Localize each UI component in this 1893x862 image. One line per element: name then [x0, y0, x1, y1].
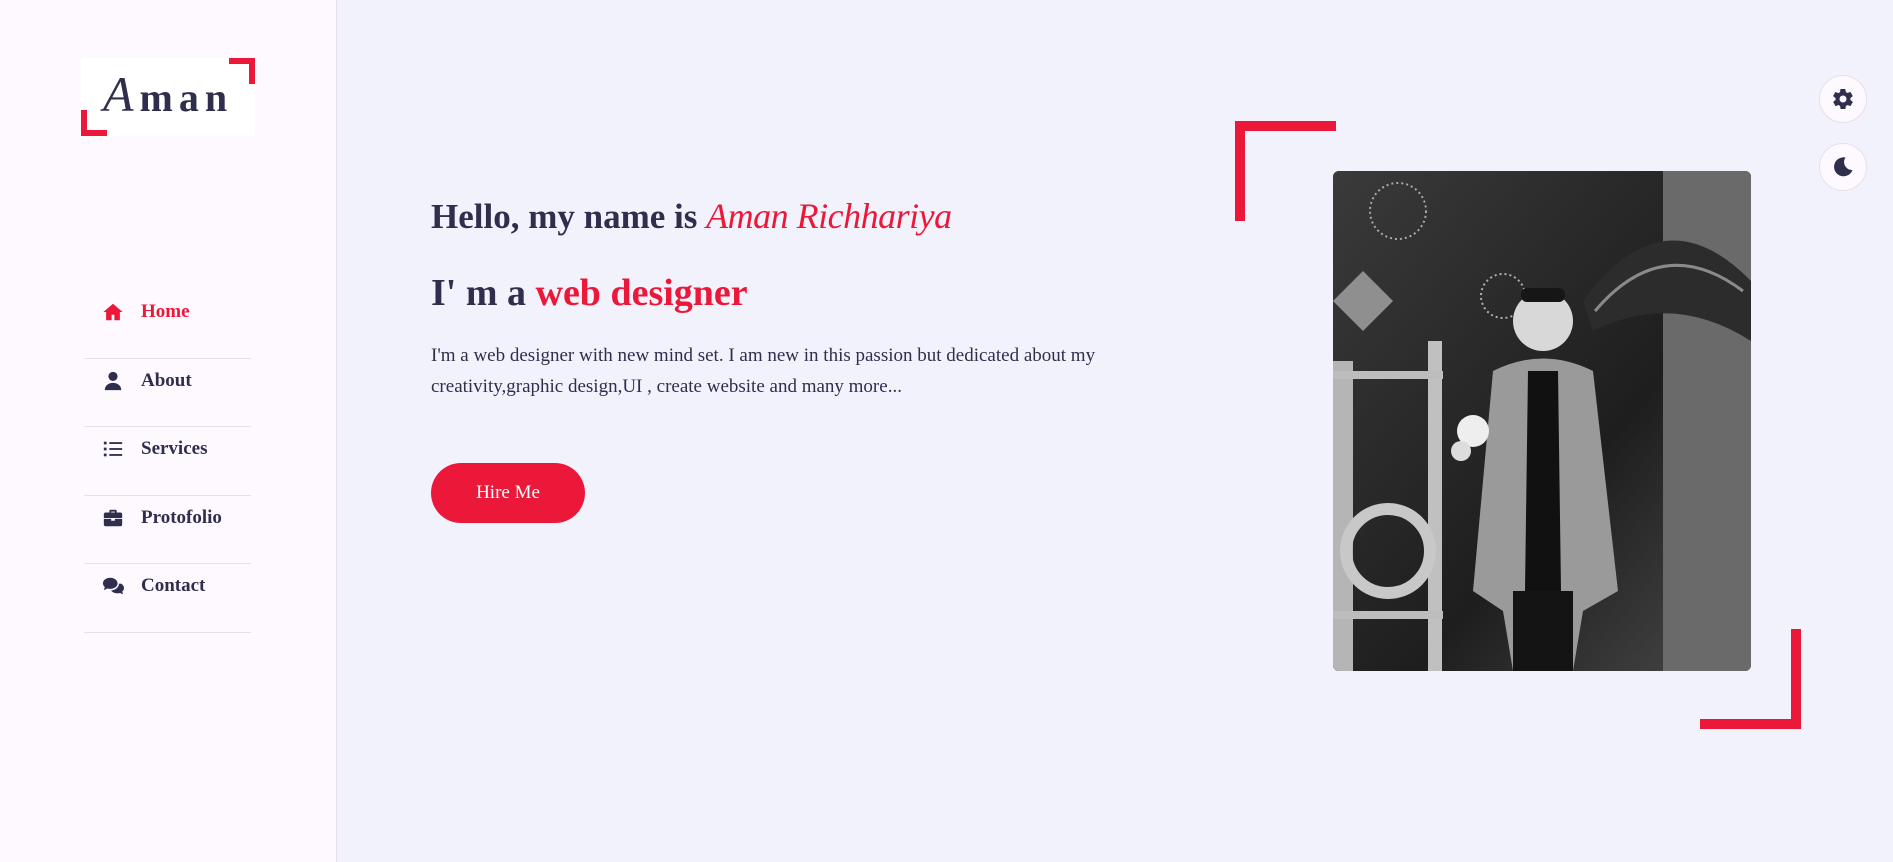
greeting-text: Hello, my name is	[431, 197, 698, 236]
moon-icon	[1831, 155, 1855, 179]
sidebar: Aman Home About Services Protofolio Cont…	[0, 0, 337, 862]
logo-rest: man	[139, 75, 234, 120]
nav-item-services: Services	[84, 427, 251, 496]
nav-item-about: About	[84, 359, 251, 427]
nav-label-contact: Contact	[141, 575, 206, 596]
role-prefix: I' m a	[431, 272, 526, 314]
briefcase-icon	[101, 506, 125, 530]
nav-link-portfolio[interactable]: Protofolio	[101, 506, 222, 530]
theme-toggle-button[interactable]	[1819, 143, 1867, 191]
nav-link-services[interactable]: Services	[101, 437, 207, 461]
author-name: Aman Richhariya	[706, 196, 952, 236]
photo-frame-corner-top-left	[1235, 121, 1336, 221]
list-icon	[101, 437, 125, 461]
intro-text: I'm a web designer with new mind set. I …	[431, 345, 1096, 397]
logo-text: Aman	[103, 69, 234, 122]
role-highlight: web designer	[535, 272, 748, 314]
greeting-heading: Hello, my name is Aman Richhariya	[431, 192, 952, 241]
hire-me-button[interactable]: Hire Me	[431, 463, 585, 523]
nav-link-about[interactable]: About	[101, 369, 192, 393]
nav-label-home: Home	[141, 301, 190, 322]
logo-initial: A	[103, 66, 140, 122]
home-icon	[101, 300, 125, 324]
profile-photo	[1333, 171, 1751, 671]
nav-item-home: Home	[84, 290, 251, 359]
gear-icon	[1831, 87, 1855, 111]
nav-label-portfolio: Protofolio	[141, 506, 222, 528]
nav-link-home[interactable]: Home	[101, 300, 190, 324]
role-heading: I' m a web designer	[431, 268, 748, 318]
main-nav: Home About Services Protofolio Contact	[84, 290, 251, 633]
nav-item-contact: Contact	[84, 564, 251, 633]
nav-label-services: Services	[141, 438, 208, 459]
comments-icon	[101, 574, 125, 598]
nav-label-about: About	[141, 369, 192, 391]
logo[interactable]: Aman	[81, 58, 255, 136]
nav-link-contact[interactable]: Contact	[101, 574, 205, 598]
nav-item-portfolio: Protofolio	[84, 496, 251, 564]
user-icon	[101, 369, 125, 393]
settings-toggle-button[interactable]	[1819, 75, 1867, 123]
photo-frame-corner-bottom-right	[1700, 629, 1801, 729]
